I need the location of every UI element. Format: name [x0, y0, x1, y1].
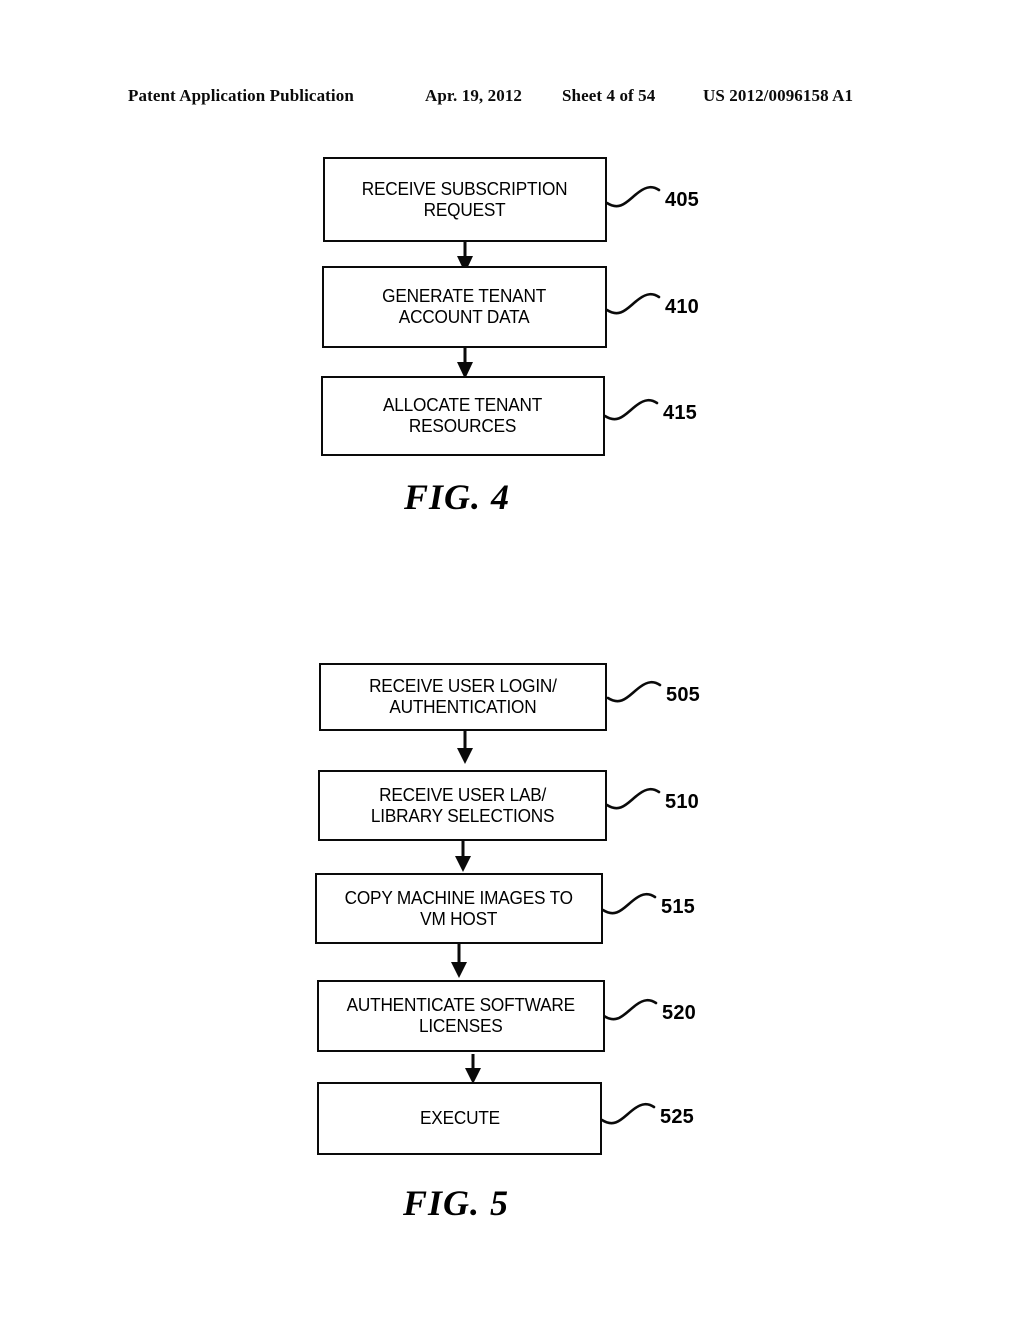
process-box-415[interactable]: ALLOCATE TENANT RESOURCES	[321, 376, 605, 456]
flow-arrow-505-510	[457, 730, 473, 764]
process-box-505[interactable]: RECEIVE USER LOGIN/ AUTHENTICATION	[319, 663, 607, 731]
reference-numeral-405: 405	[665, 189, 699, 211]
leader-line-510	[605, 787, 661, 810]
process-box-525[interactable]: EXECUTE	[317, 1082, 602, 1155]
process-box-510-label: RECEIVE USER LAB/ LIBRARY SELECTIONS	[370, 783, 555, 826]
figure-5-caption: FIG. 5	[403, 1183, 510, 1223]
reference-numeral-520: 520	[662, 1002, 696, 1024]
leader-line-405	[605, 185, 661, 208]
process-box-410-label: GENERATE TENANT ACCOUNT DATA	[382, 285, 547, 327]
process-box-505-label: RECEIVE USER LOGIN/ AUTHENTICATION	[369, 675, 557, 717]
reference-numeral-525: 525	[660, 1106, 694, 1128]
process-box-515[interactable]: COPY MACHINE IMAGES TO VM HOST	[315, 873, 603, 944]
flow-arrow-410-415	[457, 347, 473, 379]
process-box-410[interactable]: GENERATE TENANT ACCOUNT DATA	[322, 266, 607, 348]
reference-numeral-510: 510	[665, 791, 699, 813]
reference-numeral-410: 410	[665, 296, 699, 318]
reference-numeral-515: 515	[661, 896, 695, 918]
leader-line-505	[606, 680, 662, 703]
process-box-525-label: EXECUTE	[419, 1107, 500, 1129]
leader-line-515	[601, 892, 657, 915]
figure-5: RECEIVE USER LOGIN/ AUTHENTICATION 505 R…	[0, 560, 1024, 1260]
figure-4-caption: FIG. 4	[404, 477, 511, 517]
leader-line-410	[605, 292, 661, 315]
process-box-520[interactable]: AUTHENTICATE SOFTWARE LICENSES	[317, 980, 605, 1052]
figure-4: RECEIVE SUBSCRIPTION REQUEST 405 GENERAT…	[0, 0, 1024, 560]
process-box-415-label: ALLOCATE TENANT RESOURCES	[383, 394, 543, 436]
process-box-515-label: COPY MACHINE IMAGES TO VM HOST	[344, 886, 574, 929]
reference-numeral-505: 505	[666, 684, 700, 706]
reference-numeral-415: 415	[663, 402, 697, 424]
flow-arrow-515-520	[451, 943, 467, 978]
leader-line-525	[600, 1102, 656, 1125]
process-box-510[interactable]: RECEIVE USER LAB/ LIBRARY SELECTIONS	[318, 770, 607, 841]
process-box-405[interactable]: RECEIVE SUBSCRIPTION REQUEST	[323, 157, 607, 242]
leader-line-520	[602, 998, 658, 1021]
process-box-405-label: RECEIVE SUBSCRIPTION REQUEST	[362, 177, 568, 220]
flow-arrow-510-515	[455, 841, 471, 872]
leader-line-415	[603, 398, 659, 421]
flow-arrow-520-525	[465, 1054, 481, 1084]
process-box-520-label: AUTHENTICATE SOFTWARE LICENSES	[346, 994, 576, 1036]
